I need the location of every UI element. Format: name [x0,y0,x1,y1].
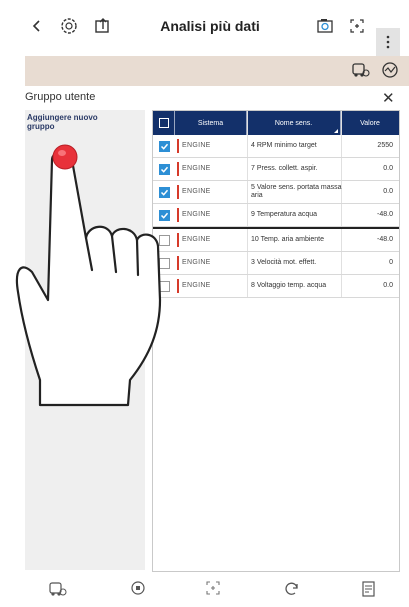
row-system: ENGINE [182,165,211,172]
report-button[interactable] [360,580,378,603]
refresh-icon [285,582,298,595]
row-value: 0 [389,259,393,266]
checkmark-icon [160,166,169,173]
row-checkbox[interactable] [159,258,170,269]
system-color-bar [177,208,179,222]
camera-icon [317,19,333,33]
row-sensor-name: 7 Press. collett. aspir. [251,165,318,172]
checkmark-icon [160,212,169,219]
vehicle-settings-button[interactable] [58,14,80,38]
row-system: ENGINE [182,211,211,218]
row-value: 0.0 [383,188,393,195]
sensor-table: Sistema Nome sens. Valore ENGINE 4 RPM mi… [152,110,400,572]
vehicle-icon [49,582,67,596]
table-row[interactable]: ENGINE 3 Velocità mot. effett. 0 [153,252,399,275]
system-color-bar [177,279,179,293]
sort-indicator-icon [334,129,338,133]
more-vertical-icon [386,35,390,49]
row-system: ENGINE [182,142,211,149]
table-row[interactable]: ENGINE 7 Press. collett. aspir. 0.0 [153,158,399,181]
row-value: 2550 [377,142,393,149]
close-button[interactable]: ✕ [382,89,395,107]
row-checkbox[interactable] [159,281,170,292]
select-all-checkbox[interactable] [153,111,175,135]
page-title: Analisi più dati [160,18,260,34]
close-icon: ✕ [382,90,395,107]
row-checkbox[interactable] [159,210,170,221]
add-group-button[interactable]: Aggiungere nuovo gruppo [27,113,127,131]
user-group-title: Gruppo utente [25,91,96,103]
refresh-button[interactable] [283,580,301,603]
export-icon [95,18,109,33]
row-system: ENGINE [182,188,211,195]
checkmark-icon [160,143,169,150]
chevron-left-icon [32,20,40,32]
fullscreen-icon [350,19,364,33]
row-value: 0.0 [383,282,393,289]
sensor-name-header-label: Nome sens. [274,119,313,127]
table-row[interactable]: ENGINE 10 Temp. aria ambiente -48.0 [153,229,399,252]
screenshot-button[interactable] [205,580,221,601]
export-button[interactable] [92,14,114,38]
vehicle-filter-button[interactable] [351,61,371,84]
row-checkbox[interactable] [159,141,170,152]
bottom-toolbar [25,572,409,607]
gauge-icon [382,62,398,78]
vehicle-button[interactable] [48,580,68,603]
vehicle-icon [352,63,370,77]
system-color-bar [177,256,179,270]
fullscreen-button[interactable] [346,14,368,38]
table-row[interactable]: ENGINE 5 Valore sens. portata massa aria 0… [153,181,399,204]
row-system: ENGINE [182,236,211,243]
system-color-bar [177,233,179,247]
row-sensor-name: 10 Temp. aria ambiente [251,236,325,243]
group-list-panel: Aggiungere nuovo gruppo [25,110,145,570]
row-system: ENGINE [182,259,211,266]
table-row[interactable]: ENGINE 4 RPM minimo target 2550 [153,135,399,158]
row-sensor-name: 5 Valore sens. portata massa aria [251,184,342,199]
table-row[interactable]: ENGINE 9 Temperatura acqua -48.0 [153,204,399,227]
camera-button[interactable] [315,14,337,38]
row-checkbox[interactable] [159,235,170,246]
record-icon [131,581,145,595]
row-sensor-name: 3 Velocità mot. effett. [251,259,317,266]
table-row[interactable]: ENGINE 8 Voltaggio temp. acqua 0.0 [153,275,399,298]
top-bar: Analisi più dati [0,0,409,56]
toolbar-strip [25,56,409,86]
column-header-sensor-name[interactable]: Nome sens. [247,111,341,135]
row-system: ENGINE [182,282,211,289]
system-color-bar [177,139,179,153]
row-sensor-name: 8 Voltaggio temp. acqua [251,282,327,289]
column-header-system[interactable]: Sistema [175,111,247,135]
row-checkbox[interactable] [159,187,170,198]
row-sensor-name: 4 RPM minimo target [251,142,317,149]
table-header: Sistema Nome sens. Valore [153,111,399,135]
row-value: -48.0 [377,211,393,218]
row-value: -48.0 [377,236,393,243]
row-value: 0.0 [383,165,393,172]
vehicle-settings-icon [61,18,77,34]
system-color-bar [177,162,179,176]
more-options-button[interactable] [376,28,400,56]
record-button[interactable] [130,580,146,601]
gauge-button[interactable] [381,61,399,84]
checkmark-icon [160,189,169,196]
system-color-bar [177,185,179,199]
screenshot-icon [206,581,220,595]
row-sensor-name: 9 Temperatura acqua [251,211,318,218]
selection-divider [153,227,399,229]
row-checkbox[interactable] [159,164,170,175]
back-button[interactable] [28,14,46,38]
column-header-value[interactable]: Valore [341,111,399,135]
report-icon [362,581,375,597]
